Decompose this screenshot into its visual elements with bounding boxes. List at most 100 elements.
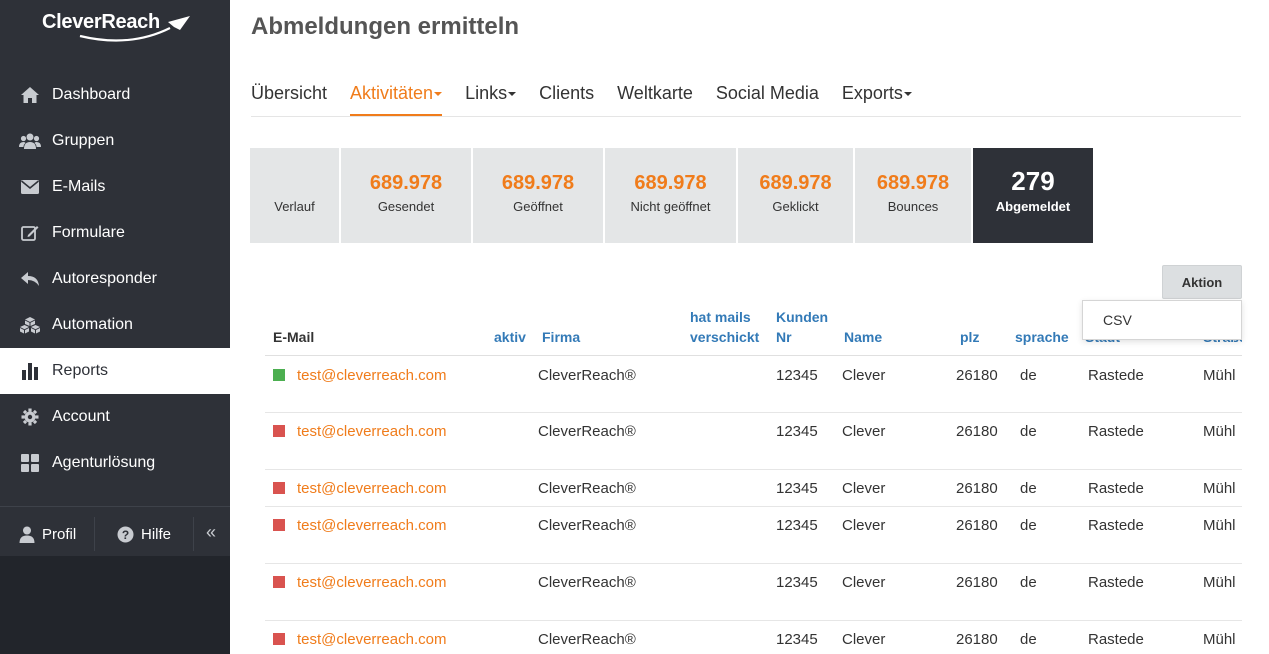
sidebar-item-reports[interactable]: Reports xyxy=(0,348,230,394)
column-header-kunden-nr[interactable]: Kunden Nr xyxy=(776,307,828,347)
column-header-aktiv[interactable]: aktiv xyxy=(494,327,526,347)
column-header-sprache[interactable]: sprache xyxy=(1015,327,1069,347)
cell-firma: CleverReach® xyxy=(538,517,636,534)
stat-value: 279 xyxy=(1011,166,1055,196)
cell-stadt: Rastede xyxy=(1088,367,1144,384)
sidebar-item-label: Autoresponder xyxy=(52,270,157,287)
tab-uebersicht[interactable]: Übersicht xyxy=(251,78,327,116)
email-link[interactable]: test@cleverreach.com xyxy=(297,367,446,384)
cell-stadt: Rastede xyxy=(1088,480,1144,497)
tab-clients[interactable]: Clients xyxy=(539,78,594,116)
tab-label: Clients xyxy=(539,83,595,103)
email-link[interactable]: test@cleverreach.com xyxy=(297,423,446,440)
cleverreach-logo[interactable]: CleverReach xyxy=(40,10,200,44)
cell-plz: 26180 xyxy=(956,480,998,497)
tab-label: Aktivitäten xyxy=(350,83,434,103)
stat-verlauf[interactable]: Verlauf xyxy=(250,148,339,243)
cell-strasse: Mühl xyxy=(1203,423,1236,440)
cell-plz: 26180 xyxy=(956,574,998,591)
stat-value: 689.978 xyxy=(369,172,443,194)
dropdown-item-csv[interactable]: CSV xyxy=(1103,312,1132,328)
tab-links[interactable]: Links xyxy=(465,78,517,116)
cell-name: Clever xyxy=(842,367,886,384)
cell-firma: CleverReach® xyxy=(538,423,636,440)
cell-firma: CleverReach® xyxy=(538,367,636,384)
cell-kunden-nr: 12345 xyxy=(776,423,818,440)
users-icon xyxy=(19,131,41,151)
email-link[interactable]: test@cleverreach.com xyxy=(297,631,446,648)
tab-label: Links xyxy=(465,83,508,103)
sidebar-item-label: Account xyxy=(52,408,110,425)
cell-name: Clever xyxy=(842,480,886,497)
stat-gesendet[interactable]: 689.978 Gesendet xyxy=(341,148,471,243)
tab-aktivitaeten[interactable]: Aktivitäten xyxy=(350,78,443,116)
tab-exports[interactable]: Exports xyxy=(842,78,912,116)
column-header-plz[interactable]: plz xyxy=(960,327,979,347)
edit-icon xyxy=(19,223,41,243)
hilfe-link[interactable]: ? Hilfe xyxy=(95,514,193,554)
header-label: E-Mail xyxy=(273,329,315,345)
tab-weltkarte[interactable]: Weltkarte xyxy=(617,78,693,116)
cell-sprache: de xyxy=(1020,574,1037,591)
column-header-email[interactable]: E-Mail xyxy=(273,327,314,347)
reply-icon xyxy=(19,269,41,289)
cell-sprache: de xyxy=(1020,423,1037,440)
stat-nicht-geoeffnet[interactable]: 689.978 Nicht geöffnet xyxy=(605,148,736,243)
cell-strasse: Mühl xyxy=(1203,480,1236,497)
collapse-sidebar-button[interactable]: « xyxy=(194,514,230,554)
tab-label: Übersicht xyxy=(251,83,328,103)
sidebar-item-automation[interactable]: Automation xyxy=(0,302,230,348)
stat-abgemeldet[interactable]: 279 Abgemeldet xyxy=(973,148,1093,243)
sidebar-item-label: E-Mails xyxy=(52,178,106,195)
cubes-icon xyxy=(19,315,41,335)
cell-name: Clever xyxy=(842,517,886,534)
caret-down-icon xyxy=(903,92,912,97)
sidebar-footer: Profil ? Hilfe « xyxy=(0,514,230,554)
caret-down-icon xyxy=(434,92,443,97)
column-header-hat-mails-verschickt[interactable]: hat mails verschickt xyxy=(690,307,759,347)
aktion-dropdown-menu: CSV xyxy=(1082,300,1242,340)
cell-stadt: Rastede xyxy=(1088,574,1144,591)
header-label: Kunden xyxy=(776,309,829,325)
stat-value: 689.978 xyxy=(759,172,832,194)
header-label: Name xyxy=(844,329,883,345)
aktion-button[interactable]: Aktion xyxy=(1162,265,1242,299)
stat-bounces[interactable]: 689.978 Bounces xyxy=(855,148,971,243)
status-indicator xyxy=(273,369,285,381)
grid-icon xyxy=(19,453,41,473)
stat-value: 689.978 xyxy=(876,172,950,194)
cell-name: Clever xyxy=(842,423,886,440)
cell-sprache: de xyxy=(1020,631,1037,648)
cell-plz: 26180 xyxy=(956,631,998,648)
email-link[interactable]: test@cleverreach.com xyxy=(297,574,446,591)
sidebar-item-autoresponder[interactable]: Autoresponder xyxy=(0,256,230,302)
cell-strasse: Mühl xyxy=(1203,367,1236,384)
sidebar-item-formulare[interactable]: Formulare xyxy=(0,210,230,256)
cell-strasse: Mühl xyxy=(1203,574,1236,591)
column-header-firma[interactable]: Firma xyxy=(542,327,580,347)
header-label: hat mails xyxy=(690,309,751,325)
header-label: Nr xyxy=(776,329,792,345)
sidebar-item-dashboard[interactable]: Dashboard xyxy=(0,72,230,118)
stat-label: Geöffnet xyxy=(513,199,563,214)
sidebar-item-account[interactable]: Account xyxy=(0,394,230,440)
sidebar-item-agenturloesung[interactable]: Agenturlösung xyxy=(0,440,230,486)
tab-social-media[interactable]: Social Media xyxy=(716,78,819,116)
stat-label: Verlauf xyxy=(274,199,315,214)
sidebar-item-gruppen[interactable]: Gruppen xyxy=(0,118,230,164)
column-header-name[interactable]: Name xyxy=(844,327,882,347)
header-label: aktiv xyxy=(494,329,526,345)
sidebar-nav: Dashboard Gruppen E-Mails Formulare Auto… xyxy=(0,72,230,486)
email-link[interactable]: test@cleverreach.com xyxy=(297,480,446,497)
status-indicator xyxy=(273,576,285,588)
sidebar-item-e-mails[interactable]: E-Mails xyxy=(0,164,230,210)
stat-value: 689.978 xyxy=(634,172,707,194)
tab-label: Social Media xyxy=(715,83,819,103)
stat-geoeffnet[interactable]: 689.978 Geöffnet xyxy=(473,148,603,243)
tab-label: Weltkarte xyxy=(617,83,693,103)
stat-geklickt[interactable]: 689.978 Geklickt xyxy=(738,148,853,243)
profil-link[interactable]: Profil xyxy=(0,514,94,554)
email-link[interactable]: test@cleverreach.com xyxy=(297,517,446,534)
status-indicator xyxy=(273,519,285,531)
aktion-label: Aktion xyxy=(1181,274,1223,290)
